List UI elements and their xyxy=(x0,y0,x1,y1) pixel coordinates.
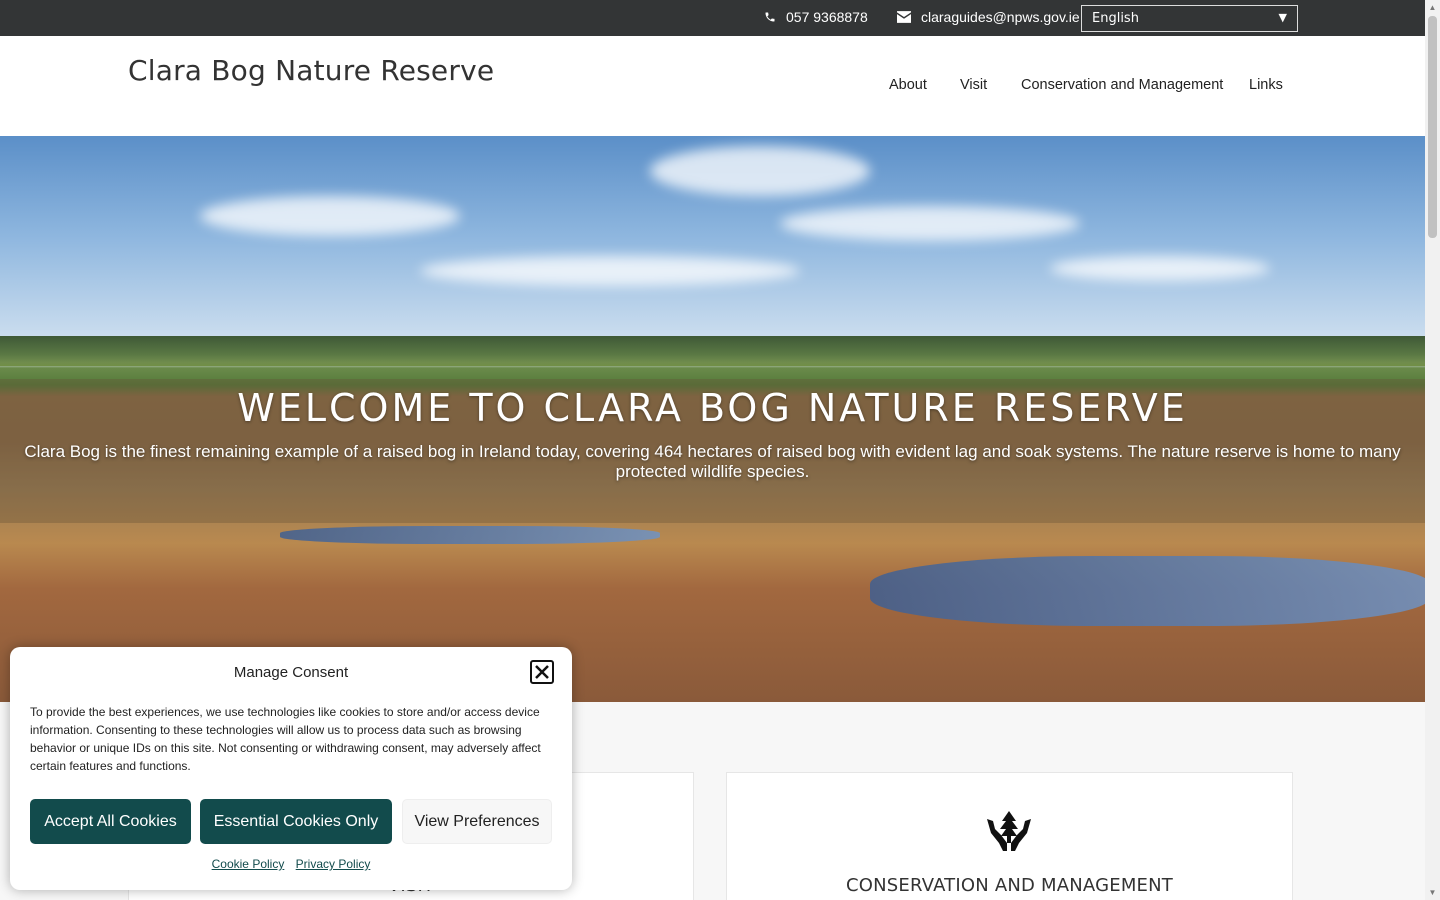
nav-visit[interactable]: Visit xyxy=(960,77,987,93)
cloud-decor xyxy=(420,256,800,286)
envelope-icon xyxy=(897,11,911,23)
cloud-decor xyxy=(650,146,870,196)
consent-text: To provide the best experiences, we use … xyxy=(30,705,541,773)
policy-links: Cookie Policy Privacy Policy xyxy=(10,857,572,871)
scroll-thumb[interactable] xyxy=(1428,16,1437,238)
language-value: English xyxy=(1092,11,1139,26)
hero-banner: WELCOME TO CLARA BOG NATURE RESERVE Clar… xyxy=(0,136,1425,702)
nav-links[interactable]: Links xyxy=(1249,77,1283,93)
site-header: Clara Bog Nature Reserve About Visit Con… xyxy=(0,36,1425,136)
phone-contact[interactable]: 057 9368878 xyxy=(764,9,868,25)
privacy-policy-link[interactable]: Privacy Policy xyxy=(296,857,371,871)
hero-title: WELCOME TO CLARA BOG NATURE RESERVE xyxy=(237,386,1188,430)
nav-conservation[interactable]: Conservation and Management xyxy=(1021,77,1223,93)
stream-decor xyxy=(280,526,660,544)
site-title[interactable]: Clara Bog Nature Reserve xyxy=(128,54,494,87)
hands-tree-icon xyxy=(987,811,1031,851)
card-title: CONSERVATION AND MANAGEMENT xyxy=(845,875,1173,896)
email-address: claraguides@npws.gov.ie xyxy=(921,9,1080,25)
close-icon[interactable] xyxy=(530,660,554,684)
page-scrollbar[interactable]: ▲ ▼ xyxy=(1425,0,1440,900)
chevron-down-icon: ▼ xyxy=(1278,11,1287,24)
cloud-decor xyxy=(200,196,460,236)
cloud-decor xyxy=(780,206,1080,241)
cloud-decor xyxy=(1050,256,1270,281)
hero-subtitle: Clara Bog is the finest remaining exampl… xyxy=(24,442,1401,481)
view-preferences-button[interactable]: View Preferences xyxy=(402,799,552,844)
accept-all-button[interactable]: Accept All Cookies xyxy=(30,799,191,844)
treeline xyxy=(0,336,1425,366)
conservation-card[interactable]: CONSERVATION AND MANAGEMENT xyxy=(726,772,1293,900)
cookie-policy-link[interactable]: Cookie Policy xyxy=(212,857,285,871)
phone-number: 057 9368878 xyxy=(786,9,868,25)
language-select[interactable]: English ▼ xyxy=(1081,5,1298,32)
nav-about[interactable]: About xyxy=(889,77,927,93)
email-contact[interactable]: claraguides@npws.gov.ie xyxy=(897,9,1080,25)
essential-only-button[interactable]: Essential Cookies Only xyxy=(200,799,392,844)
scroll-up-icon[interactable]: ▲ xyxy=(1425,0,1440,15)
consent-modal: Manage Consent To provide the best exper… xyxy=(10,647,572,890)
consent-title: Manage Consent xyxy=(233,664,349,681)
phone-icon xyxy=(765,12,775,22)
scroll-down-icon[interactable]: ▼ xyxy=(1425,885,1440,900)
top-bar: 057 9368878 claraguides@npws.gov.ie Engl… xyxy=(0,0,1425,36)
stream-decor xyxy=(870,556,1425,626)
